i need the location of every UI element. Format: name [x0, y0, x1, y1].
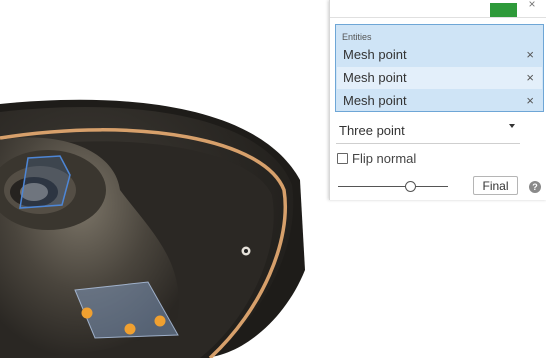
rollback-slider[interactable] [338, 181, 448, 193]
method-dropdown[interactable]: Three point [336, 119, 520, 144]
entity-item[interactable]: Mesh point × [337, 90, 542, 112]
entities-label: Entities [342, 32, 372, 42]
mesh-point-marker[interactable] [124, 323, 136, 335]
entity-item[interactable]: Mesh point × [337, 67, 542, 89]
selected-face-highlight [19, 155, 71, 209]
entities-selection-box[interactable]: Entities Mesh point × Mesh point × Mesh … [335, 24, 544, 112]
mesh-point-marker[interactable] [154, 315, 166, 327]
remove-icon[interactable]: × [526, 70, 534, 85]
entity-label: Mesh point [343, 70, 407, 85]
final-button[interactable]: Final [473, 176, 518, 195]
close-icon[interactable]: × [523, 0, 541, 12]
mesh-point-marker[interactable] [81, 307, 93, 319]
checkbox-box[interactable] [337, 153, 348, 164]
entity-item[interactable]: Mesh point × [337, 44, 542, 66]
flip-normal-label: Flip normal [352, 151, 417, 166]
help-icon[interactable]: ? [529, 181, 541, 193]
entity-label: Mesh point [343, 93, 407, 108]
method-selected-value: Three point [339, 123, 405, 138]
remove-icon[interactable]: × [526, 93, 534, 108]
accept-button[interactable] [490, 3, 517, 17]
entity-label: Mesh point [343, 47, 407, 62]
slider-thumb[interactable] [405, 181, 417, 192]
feature-dialog: × Entities Mesh point × Mesh point × Mes… [329, 0, 546, 200]
chevron-down-icon [509, 124, 515, 128]
wheel-model[interactable] [0, 99, 305, 358]
slider-track [338, 186, 448, 187]
dialog-header: × [330, 0, 546, 18]
remove-icon[interactable]: × [526, 47, 534, 62]
